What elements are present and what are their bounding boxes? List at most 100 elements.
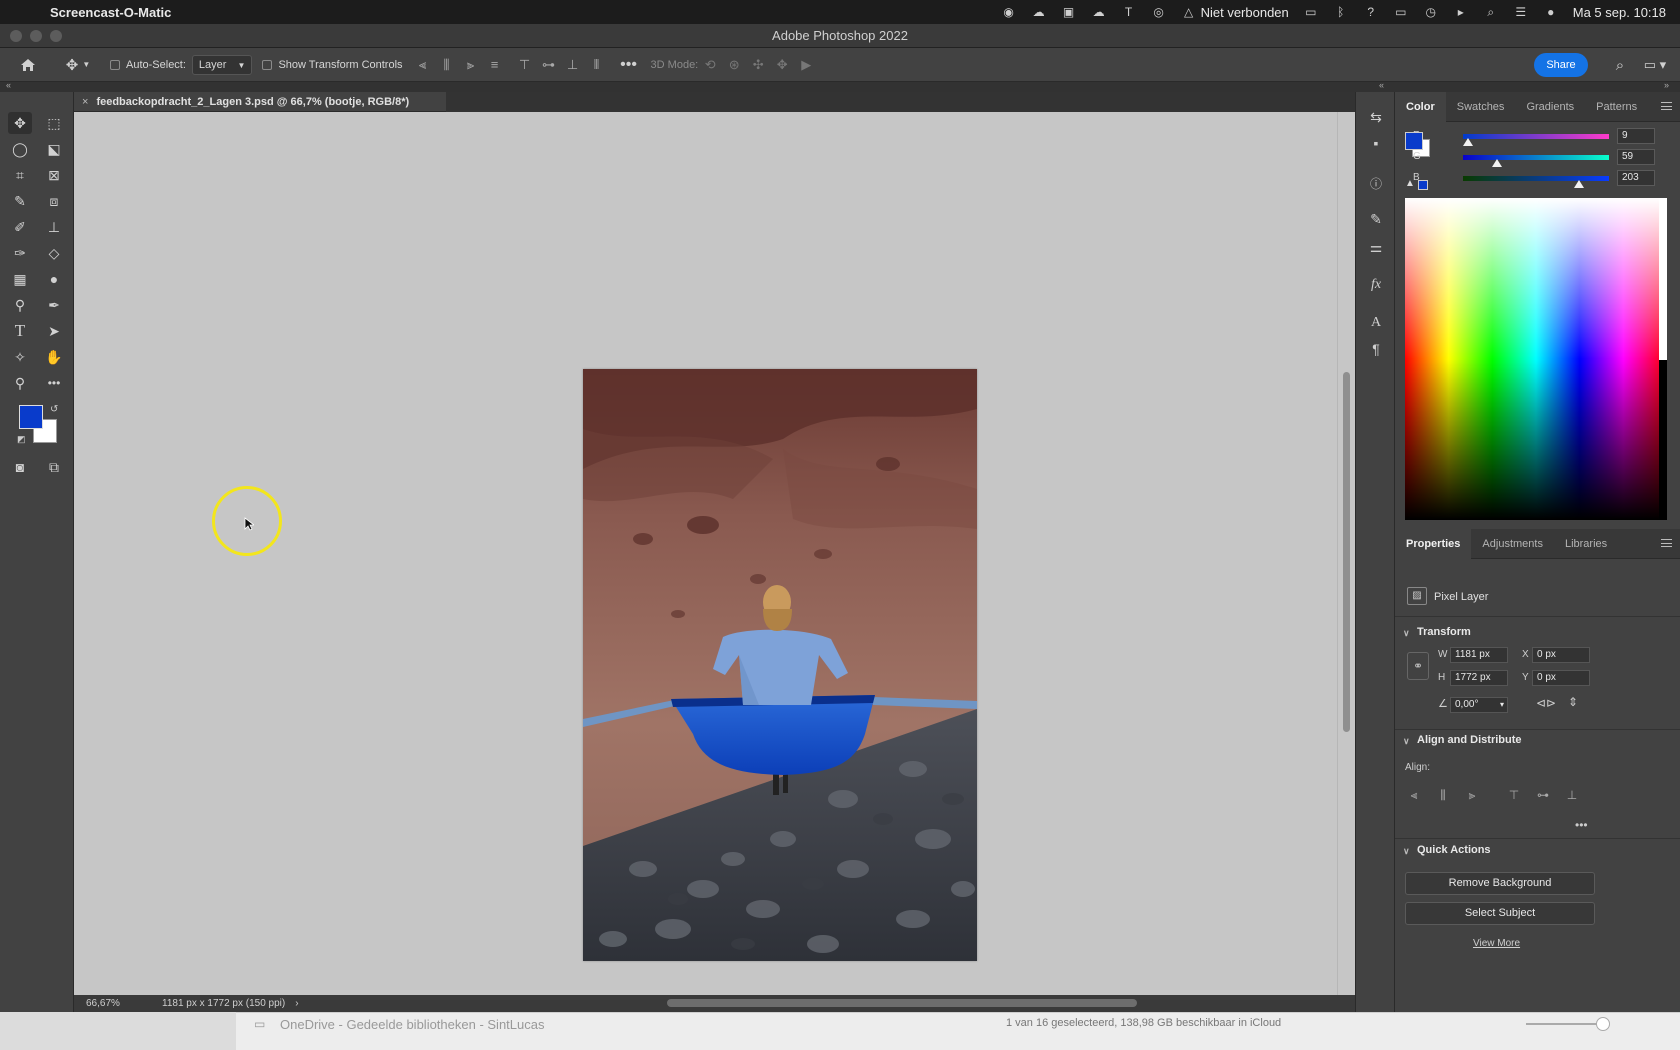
text-tool-icon[interactable]: T bbox=[1121, 5, 1137, 19]
custom-shape-tool-icon[interactable]: ✧ bbox=[8, 346, 32, 368]
auto-select-checkbox[interactable]: Auto-Select: bbox=[110, 59, 186, 71]
blur-tool-icon[interactable]: ● bbox=[42, 268, 66, 290]
display-icon[interactable]: ▭ bbox=[1303, 5, 1319, 19]
default-colors-icon[interactable]: ◩ bbox=[17, 434, 26, 445]
close-tab-icon[interactable]: × bbox=[82, 96, 88, 108]
control-center-icon[interactable]: ☰ bbox=[1513, 5, 1529, 19]
play-icon[interactable]: ▸ bbox=[1453, 5, 1469, 19]
spot-healing-brush-icon[interactable]: ⧈ bbox=[42, 190, 66, 212]
3d-slide-icon[interactable]: ✥ bbox=[770, 48, 794, 82]
red-track[interactable] bbox=[1463, 134, 1609, 139]
3d-scale-icon[interactable]: ▶ bbox=[794, 48, 818, 82]
y-field[interactable]: 0 px bbox=[1532, 670, 1590, 686]
zoom-tool-icon[interactable]: ⚲ bbox=[8, 372, 32, 394]
cloud-sync-icon[interactable]: ☁ bbox=[1091, 5, 1107, 19]
character-panel-icon[interactable]: A bbox=[1364, 312, 1388, 334]
foreground-color-swatch[interactable] bbox=[19, 405, 43, 429]
flip-vertical-icon[interactable]: ⇕ bbox=[1568, 695, 1578, 709]
edit-toolbar-icon[interactable]: ••• bbox=[42, 372, 66, 394]
spotlight-search-icon[interactable]: ⌕ bbox=[1483, 5, 1499, 19]
battery-icon[interactable]: ▭ bbox=[1393, 5, 1409, 19]
creative-cloud-icon[interactable]: ☁ bbox=[1031, 5, 1047, 19]
type-tool-icon[interactable]: T bbox=[8, 320, 32, 342]
zoom-window-button[interactable] bbox=[50, 30, 62, 42]
active-app-name[interactable]: Screencast-O-Matic bbox=[50, 5, 171, 20]
align-left-edges-icon[interactable]: ⫷ bbox=[411, 48, 435, 82]
info-panel-icon[interactable]: ⓘ bbox=[1364, 172, 1388, 194]
angle-field[interactable]: 0,00° ▾ bbox=[1450, 697, 1508, 713]
bluetooth-icon[interactable]: ᛒ bbox=[1333, 5, 1349, 19]
close-window-button[interactable] bbox=[10, 30, 22, 42]
gradient-tool-icon[interactable]: ▦ bbox=[8, 268, 32, 290]
flip-horizontal-icon[interactable]: ⊲⊳ bbox=[1536, 696, 1556, 710]
adjustments-panel-icon[interactable]: ⚌ bbox=[1364, 236, 1388, 258]
rectangular-marquee-tool-icon[interactable]: ⬚ bbox=[42, 112, 66, 134]
distribute-vertical-icon[interactable]: ≡ bbox=[483, 48, 507, 82]
move-tool-preset-picker[interactable]: ✥ ▼ bbox=[56, 48, 100, 82]
tab-gradients[interactable]: Gradients bbox=[1515, 92, 1585, 122]
distribute-horizontal-icon[interactable]: ⦀ bbox=[585, 48, 609, 82]
history-brush-icon[interactable]: ✑ bbox=[8, 242, 32, 264]
3d-roll-icon[interactable]: ⊛ bbox=[722, 48, 746, 82]
clock[interactable]: Ma 5 sep. 10:18 bbox=[1573, 5, 1666, 20]
styles-fx-icon[interactable]: fx bbox=[1364, 274, 1388, 296]
dodge-tool-icon[interactable]: ⚲ bbox=[8, 294, 32, 316]
vpn-icon[interactable]: ◎ bbox=[1151, 5, 1167, 19]
blue-track[interactable] bbox=[1463, 176, 1609, 181]
properties-panel-menu-icon[interactable] bbox=[1661, 539, 1672, 547]
minimize-window-button[interactable] bbox=[30, 30, 42, 42]
document-image[interactable] bbox=[583, 369, 977, 961]
tab-swatches[interactable]: Swatches bbox=[1446, 92, 1516, 122]
finder-zoom-slider[interactable] bbox=[1526, 1023, 1606, 1025]
lasso-tool-icon[interactable]: ◯ bbox=[8, 138, 32, 160]
more-options-icon[interactable]: ••• bbox=[617, 48, 641, 82]
align-top-edges-icon[interactable]: ⊤ bbox=[513, 48, 537, 82]
screen-icon[interactable]: ▣ bbox=[1061, 5, 1077, 19]
clone-stamp-tool-icon[interactable]: ⊥ bbox=[42, 216, 66, 238]
select-subject-button[interactable]: Select Subject bbox=[1405, 902, 1595, 925]
workspace-switcher-icon[interactable]: ▭ ▾ bbox=[1638, 48, 1672, 82]
help-icon[interactable]: ? bbox=[1363, 5, 1379, 19]
align-vertical-centers-icon[interactable]: ⊶ bbox=[537, 48, 561, 82]
swap-colors-icon[interactable]: ↺ bbox=[50, 404, 58, 415]
tab-adjustments[interactable]: Adjustments bbox=[1471, 529, 1554, 559]
vertical-scrollbar[interactable] bbox=[1337, 112, 1355, 995]
blue-channel-slider[interactable]: B 203 bbox=[1405, 170, 1675, 188]
width-field[interactable]: 1181 px bbox=[1450, 647, 1508, 663]
hand-tool-icon[interactable]: ✋ bbox=[42, 346, 66, 368]
quick-actions-section-header[interactable]: ∨ Quick Actions bbox=[1403, 844, 1491, 856]
object-selection-tool-icon[interactable]: ⬕ bbox=[42, 138, 66, 160]
pen-tool-icon[interactable]: ✒ bbox=[42, 294, 66, 316]
status-expand-icon[interactable]: › bbox=[295, 998, 298, 1009]
zoom-level[interactable]: 66,67% bbox=[86, 998, 156, 1009]
time-machine-icon[interactable]: ◷ bbox=[1423, 5, 1439, 19]
view-more-link[interactable]: View More bbox=[1473, 938, 1520, 949]
x-field[interactable]: 0 px bbox=[1532, 647, 1590, 663]
green-knob[interactable] bbox=[1491, 159, 1502, 167]
align-distribute-section-header[interactable]: ∨ Align and Distribute bbox=[1403, 734, 1522, 746]
red-knob[interactable] bbox=[1463, 138, 1474, 146]
green-track[interactable] bbox=[1463, 155, 1609, 160]
more-align-options-icon[interactable]: ••• bbox=[1575, 818, 1588, 832]
comments-panel-icon[interactable]: ▪ bbox=[1364, 132, 1388, 154]
link-dimensions-icon[interactable]: ⚭ bbox=[1407, 652, 1429, 680]
align-bottom-edges-icon[interactable]: ⊥ bbox=[561, 48, 585, 82]
blue-value-field[interactable]: 203 bbox=[1617, 170, 1655, 186]
transform-section-header[interactable]: ∨ Transform bbox=[1403, 626, 1471, 638]
red-value-field[interactable]: 9 bbox=[1617, 128, 1655, 144]
tab-libraries[interactable]: Libraries bbox=[1554, 529, 1618, 559]
expand-right-icon[interactable]: » bbox=[1664, 80, 1669, 90]
history-panel-icon[interactable]: ⇆ bbox=[1364, 106, 1388, 128]
tab-properties[interactable]: Properties bbox=[1395, 528, 1472, 559]
show-transform-controls-checkbox[interactable]: Show Transform Controls bbox=[262, 59, 403, 71]
paragraph-panel-icon[interactable]: ¶ bbox=[1364, 338, 1388, 360]
align-horizontal-centers-icon[interactable]: ⫼ bbox=[435, 48, 459, 82]
align-middle-icon[interactable]: ⊶ bbox=[1534, 786, 1552, 804]
align-right-edges-icon[interactable]: ⫸ bbox=[459, 48, 483, 82]
document-tab[interactable]: × feedbackopdracht_2_Lagen 3.psd @ 66,7%… bbox=[74, 92, 446, 112]
align-top-icon[interactable]: ⊤ bbox=[1505, 786, 1523, 804]
record-icon[interactable]: ◉ bbox=[1001, 5, 1017, 19]
vertical-scroll-thumb[interactable] bbox=[1343, 372, 1350, 732]
search-icon[interactable]: ⌕ bbox=[1608, 48, 1632, 82]
green-channel-slider[interactable]: G 59 bbox=[1405, 149, 1675, 167]
